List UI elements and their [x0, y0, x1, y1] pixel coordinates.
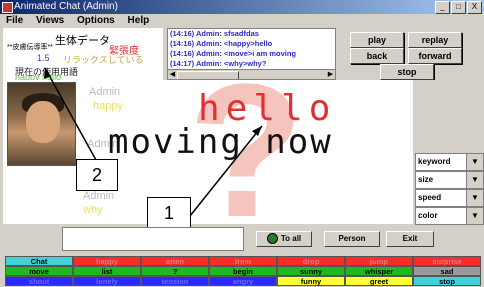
emotion-button[interactable]: list: [73, 266, 141, 276]
color-label: color: [418, 211, 438, 220]
emotion-button[interactable]: greet: [345, 276, 413, 286]
arrow-1: [189, 125, 263, 217]
globe-icon: [266, 233, 278, 245]
emotion-button[interactable]: angry: [209, 276, 277, 286]
emotion-button[interactable]: atten: [141, 256, 209, 266]
emotion-button[interactable]: ?: [141, 266, 209, 276]
speed-select[interactable]: speed ▼: [415, 189, 484, 207]
chevron-down-icon[interactable]: ▼: [466, 154, 483, 170]
emotion-button[interactable]: shout: [5, 276, 73, 286]
annotation-label-2: 2: [76, 159, 118, 191]
to-all-label: To all: [280, 234, 302, 243]
arrow-1-head: [252, 126, 262, 136]
emotion-button[interactable]: tension: [141, 276, 209, 286]
color-select[interactable]: color ▼: [415, 207, 484, 225]
keyword-select[interactable]: keyword ▼: [415, 153, 484, 171]
emotion-button[interactable]: sad: [413, 266, 481, 276]
emotion-button[interactable]: begin: [209, 266, 277, 276]
emotion-button[interactable]: funny: [277, 276, 345, 286]
emotion-button[interactable]: drop: [277, 256, 345, 266]
to-all-button[interactable]: To all: [256, 231, 312, 247]
emotion-button[interactable]: stop: [413, 276, 481, 286]
app-window: Animated Chat (Admin) _ □ X File Views O…: [0, 0, 484, 287]
emotion-button-grid: Chat happy atten trem drop jump surprise move li…: [5, 256, 481, 286]
chevron-down-icon[interactable]: ▼: [466, 208, 483, 224]
speed-label: speed: [418, 193, 442, 202]
message-input[interactable]: [62, 227, 244, 251]
size-select[interactable]: size ▼: [415, 171, 484, 189]
emotion-button[interactable]: move: [5, 266, 73, 276]
emotion-button[interactable]: trem: [209, 256, 277, 266]
chevron-down-icon[interactable]: ▼: [466, 190, 483, 206]
emotion-button[interactable]: sunny: [277, 266, 345, 276]
emotion-button[interactable]: whisper: [345, 266, 413, 276]
emotion-button[interactable]: happy: [73, 256, 141, 266]
annotation-label-1: 1: [147, 197, 191, 229]
person-button[interactable]: Person: [324, 231, 380, 247]
chevron-down-icon[interactable]: ▼: [466, 172, 483, 188]
arrow-2: [44, 67, 97, 161]
emotion-button[interactable]: jump: [345, 256, 413, 266]
emotion-button[interactable]: lonely: [73, 276, 141, 286]
attribute-panel: keyword ▼ size ▼ speed ▼ color ▼: [413, 80, 484, 225]
emotion-button[interactable]: Chat: [5, 256, 73, 266]
size-label: size: [418, 175, 434, 184]
keyword-label: keyword: [418, 157, 451, 166]
exit-button[interactable]: Exit: [386, 231, 434, 247]
emotion-button[interactable]: surprise: [413, 256, 481, 266]
